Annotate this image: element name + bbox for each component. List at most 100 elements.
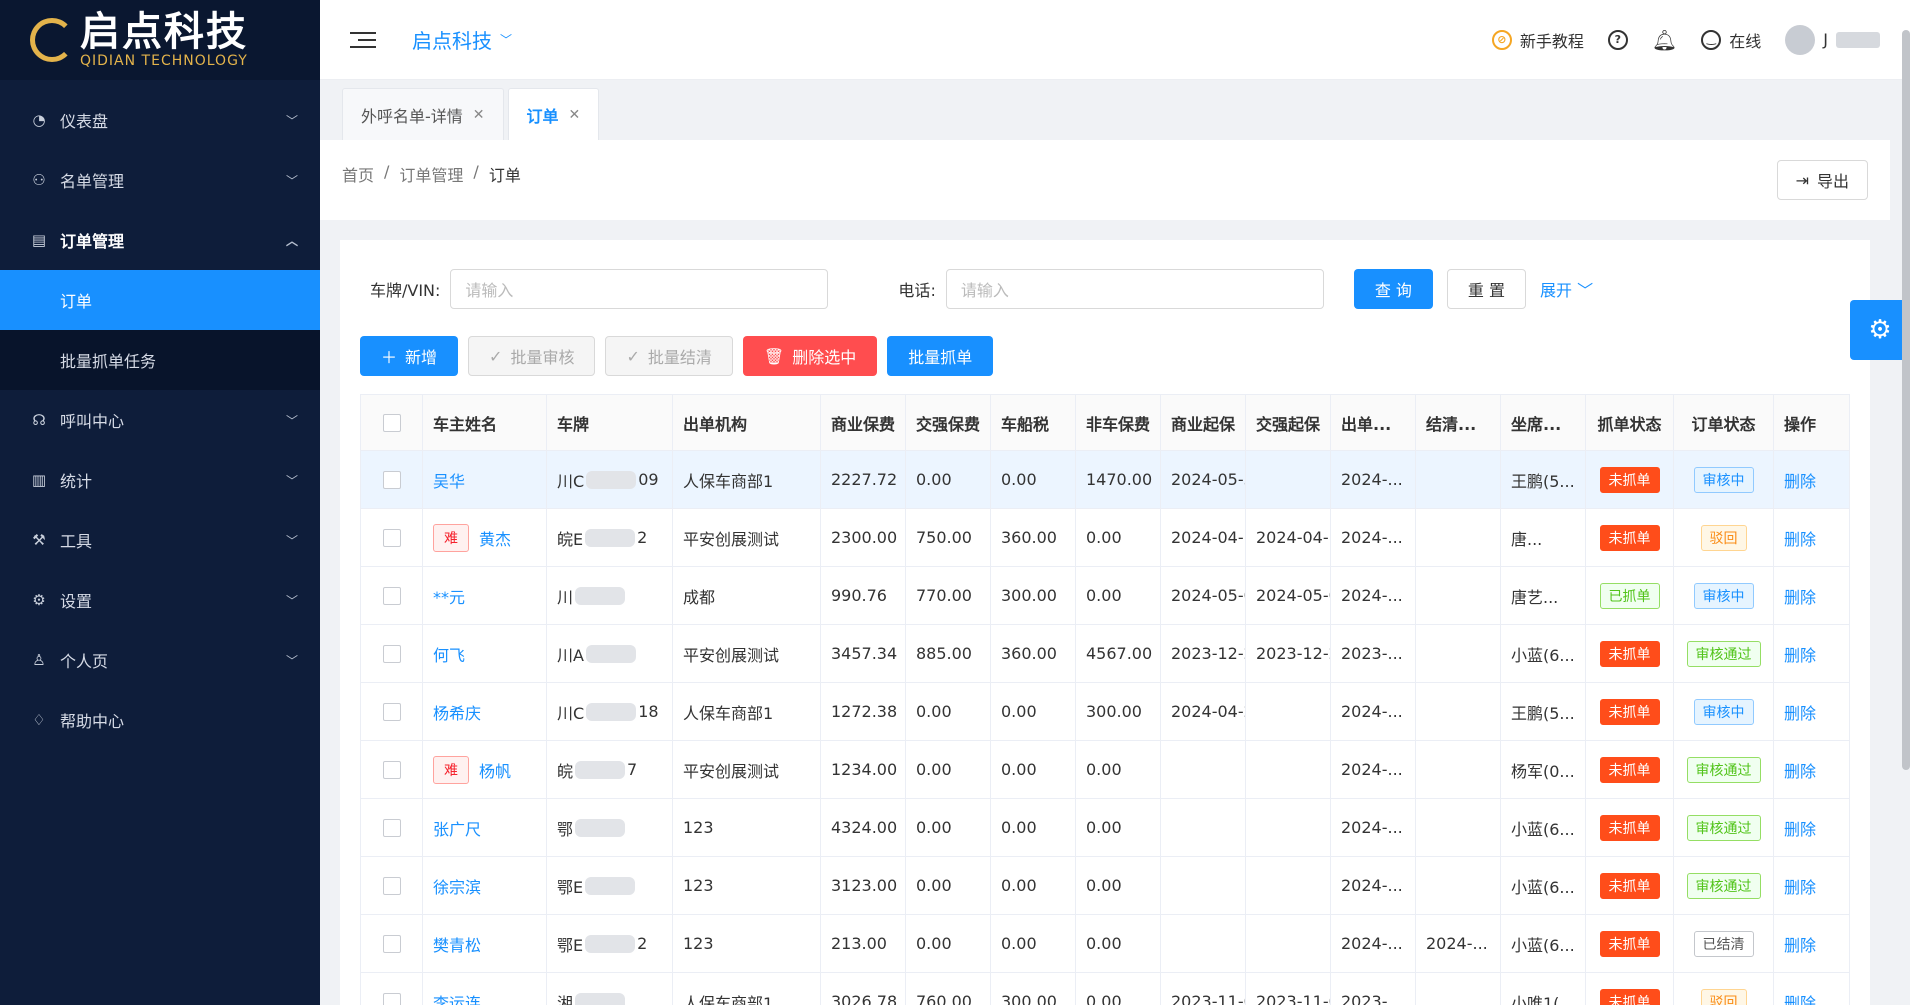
- owner-name-link[interactable]: 杨帆: [479, 758, 511, 782]
- table-row[interactable]: 李运连湘人保车商部1 3026.78 760.00 300.00 0.00 2023-11…: [361, 973, 1849, 1005]
- order-status-cell: 审核通过: [1674, 741, 1774, 798]
- chevron-down-icon: ﹀: [285, 533, 298, 548]
- table-row[interactable]: **元川成都990.76770.00300.000.002024-05-0320…: [361, 567, 1849, 625]
- owner-name-link[interactable]: 吴华: [433, 468, 465, 492]
- breadcrumb-item[interactable]: 订单管理: [399, 162, 463, 186]
- delete-link[interactable]: 删除: [1784, 700, 1816, 724]
- row-checkbox[interactable]: [382, 992, 401, 1005]
- sidebar-item[interactable]: ⚙ 设置 ﹀: [0, 570, 320, 630]
- table-row[interactable]: 樊青松 鄂E 2 123 213.00 0.00 0.00 0.00 2024-... 2024-…: [361, 915, 1849, 973]
- sidebar-item[interactable]: ◔ 仪表盘 ﹀: [0, 90, 320, 150]
- row-select-cell: [361, 915, 423, 972]
- close-icon[interactable]: ✕: [473, 107, 485, 123]
- select-all-checkbox[interactable]: [382, 413, 401, 432]
- add-button[interactable]: ＋新增: [360, 336, 459, 376]
- delete-link[interactable]: 删除: [1784, 932, 1816, 956]
- plate-input[interactable]: 请输入: [450, 269, 829, 309]
- delete-link[interactable]: 删除: [1784, 758, 1816, 782]
- delete-link[interactable]: 删除: [1784, 584, 1816, 608]
- sidebar-item[interactable]: ⚇ 名单管理 ﹀: [0, 150, 320, 210]
- scrollbar[interactable]: [1902, 30, 1910, 770]
- owner-name-cell: 何飞: [423, 625, 547, 682]
- delete-link[interactable]: 删除: [1784, 468, 1816, 492]
- phone-input[interactable]: 请输入: [945, 269, 1324, 309]
- batch-settle-button[interactable]: ✓ 批量结清: [605, 336, 733, 376]
- close-icon[interactable]: ✕: [569, 107, 581, 123]
- biz-premium-cell: 1234.00: [821, 741, 906, 798]
- delete-link[interactable]: 删除: [1784, 642, 1816, 666]
- chevron-down-icon: ﹀: [1577, 281, 1594, 300]
- expand-link[interactable]: 展开 ﹀: [1540, 277, 1593, 301]
- owner-name-link[interactable]: 李运连: [433, 990, 481, 1005]
- table-row[interactable]: 难黄杰 皖E 2 平安创展测试 2300.00 750.00 360.00 0.00 2024-…: [361, 509, 1849, 567]
- owner-name-link[interactable]: 樊青松: [433, 932, 481, 956]
- sidebar-item[interactable]: ▤ 订单管理 ︿: [0, 210, 320, 270]
- comp-start-cell: 2024-04-19: [1246, 509, 1331, 566]
- sidebar-item[interactable]: ▥ 统计 ﹀: [0, 450, 320, 510]
- owner-name-link[interactable]: 杨希庆: [433, 700, 481, 724]
- export-button[interactable]: ⇥ 导出: [1776, 160, 1868, 200]
- row-checkbox[interactable]: [382, 586, 401, 605]
- delete-link[interactable]: 删除: [1784, 990, 1816, 1005]
- batch-grab-button[interactable]: 批量抓单: [887, 336, 994, 376]
- order-status-cell: 审核通过: [1674, 857, 1774, 914]
- user-initial: J: [1823, 30, 1828, 49]
- user-menu[interactable]: J: [1785, 24, 1880, 55]
- plate-cell: 川C 09: [547, 451, 673, 508]
- action-cell: 删除: [1774, 451, 1834, 508]
- query-button[interactable]: 查 询: [1353, 269, 1433, 309]
- menu-toggle-icon[interactable]: [350, 31, 376, 48]
- delete-link[interactable]: 删除: [1784, 526, 1816, 550]
- table-row[interactable]: 张广尺鄂 123 4324.00 0.00 0.00 0.00 2024-... 小蓝(6..…: [361, 799, 1849, 857]
- table-row[interactable]: 吴华 川C 09 人保车商部1 2227.72 0.00 0.00 1470.00 2024-0…: [361, 451, 1849, 509]
- table-row[interactable]: 难杨帆皖 7 平安创展测试 1234.00 0.00 0.00 0.00 2024-... 杨军…: [361, 741, 1849, 799]
- owner-name-link[interactable]: 徐宗滨: [433, 874, 481, 898]
- row-checkbox[interactable]: [382, 528, 401, 547]
- tutorial-link[interactable]: ⊘ 新手教程: [1491, 28, 1584, 52]
- table-row[interactable]: 杨希庆 川C 18 人保车商部1 1272.38 0.00 0.00 300.00 2024-0…: [361, 683, 1849, 741]
- agent-cell: 小蓝(6...: [1501, 857, 1586, 914]
- settings-float-button[interactable]: ⚙: [1850, 300, 1910, 360]
- owner-name-link[interactable]: **元: [433, 584, 465, 608]
- owner-name-link[interactable]: 黄杰: [479, 526, 511, 550]
- row-checkbox[interactable]: [382, 934, 401, 953]
- logo[interactable]: 启点科技 QIDIAN TECHNOLOGY: [0, 0, 320, 80]
- tab[interactable]: 订单 ✕: [507, 88, 600, 140]
- row-checkbox[interactable]: [382, 876, 401, 895]
- company-switcher[interactable]: 启点科技 ﹀: [412, 25, 512, 54]
- owner-name-link[interactable]: 何飞: [433, 642, 465, 666]
- breadcrumb-item[interactable]: 首页: [342, 162, 374, 186]
- reset-button[interactable]: 重 置: [1446, 269, 1527, 309]
- batch-review-button[interactable]: ✓ 批量审核: [468, 336, 596, 376]
- bell-icon[interactable]: 🔔︎: [1652, 28, 1677, 52]
- table-row[interactable]: 何飞 川A 平安创展测试 3457.34 885.00 360.00 4567.00 2023…: [361, 625, 1849, 683]
- tax-cell: 0.00: [991, 915, 1076, 972]
- sidebar-item[interactable]: ☊ 呼叫中心 ﹀: [0, 390, 320, 450]
- row-checkbox[interactable]: [382, 818, 401, 837]
- table-row[interactable]: 徐宗滨 鄂E 123 3123.00 0.00 0.00 0.00 2024-... 小蓝(6.…: [361, 857, 1849, 915]
- order-status-cell: 审核中: [1674, 683, 1774, 740]
- agent-cell: 小蓝(6...: [1501, 799, 1586, 856]
- delete-link[interactable]: 删除: [1784, 816, 1816, 840]
- sidebar-item[interactable]: ♢ 帮助中心: [0, 690, 320, 750]
- submenu-item[interactable]: 订单: [0, 270, 320, 330]
- row-checkbox[interactable]: [382, 760, 401, 779]
- breadcrumb: 首页 / 订单管理 / 订单: [342, 162, 521, 186]
- company-name: 启点科技: [412, 29, 492, 53]
- row-checkbox[interactable]: [382, 470, 401, 489]
- agent-cell: 王鹏(5...: [1501, 683, 1586, 740]
- submenu-item[interactable]: 批量抓单任务: [0, 330, 320, 390]
- delete-link[interactable]: 删除: [1784, 874, 1816, 898]
- help-icon[interactable]: ?: [1607, 29, 1628, 50]
- owner-name-cell: 杨希庆: [423, 683, 547, 740]
- sidebar-item[interactable]: ⚒ 工具 ﹀: [0, 510, 320, 570]
- owner-name-link[interactable]: 张广尺: [433, 816, 481, 840]
- row-checkbox[interactable]: [382, 702, 401, 721]
- action-cell: 删除: [1774, 799, 1834, 856]
- row-checkbox[interactable]: [382, 644, 401, 663]
- sidebar-item[interactable]: ♙ 个人页 ﹀: [0, 630, 320, 690]
- tab[interactable]: 外呼名单-详情 ✕: [342, 88, 504, 140]
- issue-date-cell: 2024-...: [1331, 915, 1416, 972]
- online-status[interactable]: ‿ 在线: [1701, 28, 1761, 52]
- delete-selected-button[interactable]: 🗑︎ 删除选中: [742, 336, 878, 376]
